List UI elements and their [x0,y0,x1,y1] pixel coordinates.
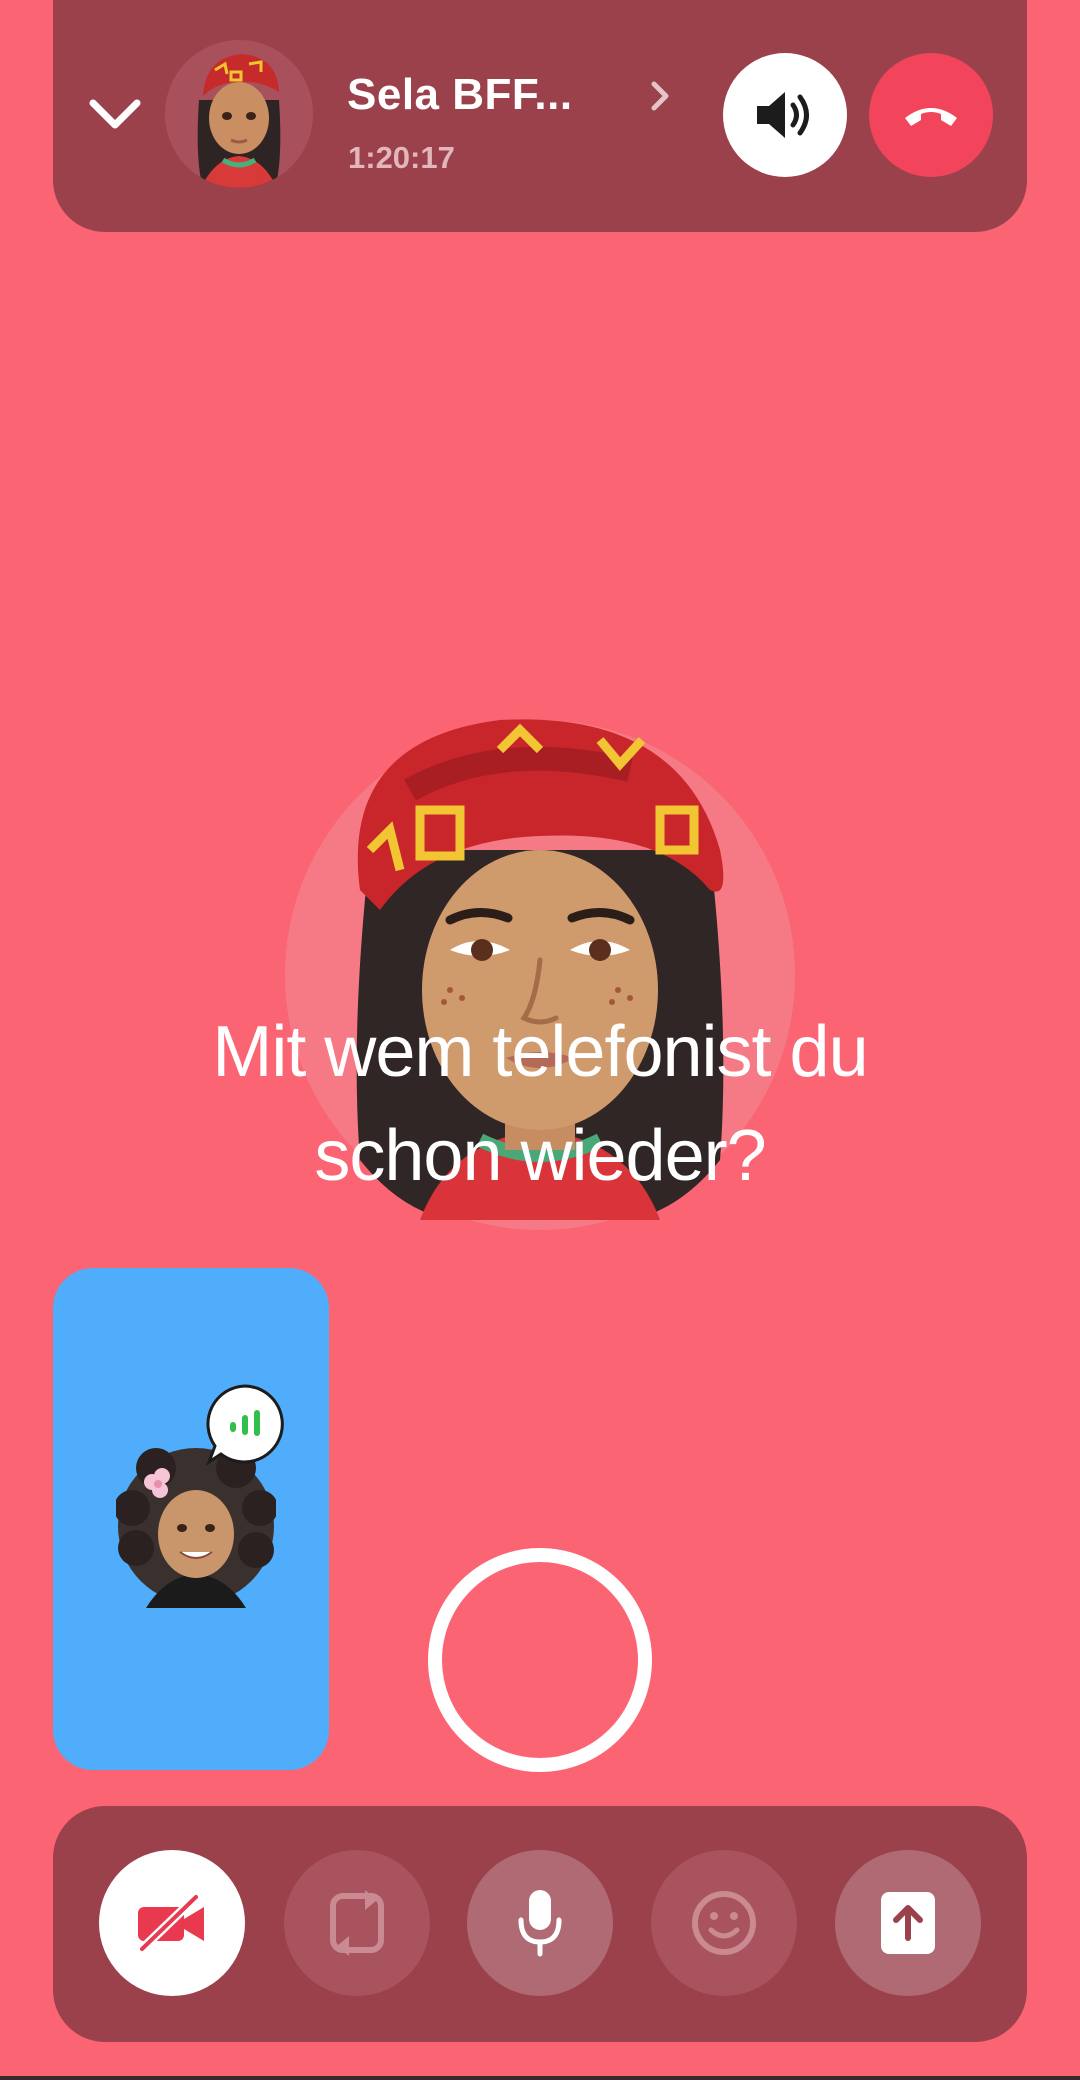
phone-hangup-icon [905,108,957,126]
speaker-button[interactable] [723,53,847,177]
hang-up-button[interactable] [869,53,993,177]
caption-line-2: schon wieder? [314,1116,766,1196]
call-duration: 1:20:17 [348,140,455,175]
camera-flip-icon [330,1890,384,1956]
capture-button[interactable] [428,1548,652,1772]
speaker-icon [757,92,809,138]
caption-text: Mit wem telefonist du schon wieder? [60,1000,1020,1208]
chevron-right-icon [651,81,669,111]
caller-avatar[interactable] [165,40,313,188]
share-upload-icon [881,1892,935,1954]
collapse-call-button[interactable] [82,86,148,142]
open-profile-button[interactable] [645,76,675,116]
caller-bitmoji [165,40,313,188]
smiley-icon [692,1891,756,1955]
microphone-icon [518,1890,562,1957]
audio-level-icon [205,1384,284,1466]
share-button[interactable] [835,1850,981,1996]
bottom-edge [0,2076,1080,2080]
chevron-down-icon [89,99,141,129]
camera-toggle-button[interactable] [99,1850,245,1996]
self-view-tile[interactable] [53,1268,329,1770]
microphone-button[interactable] [467,1850,613,1996]
flip-camera-button[interactable] [284,1850,430,1996]
caller-name[interactable]: Sela BFF... [347,70,573,120]
lenses-button[interactable] [651,1850,797,1996]
call-header-bar: Sela BFF... 1:20:17 [53,0,1027,232]
video-off-icon [137,1893,204,1953]
caption-line-1: Mit wem telefonist du [212,1012,868,1092]
call-screen: Sela BFF... 1:20:17 Mit wem telefonist d… [0,0,1080,2080]
call-controls-bar [53,1806,1027,2042]
